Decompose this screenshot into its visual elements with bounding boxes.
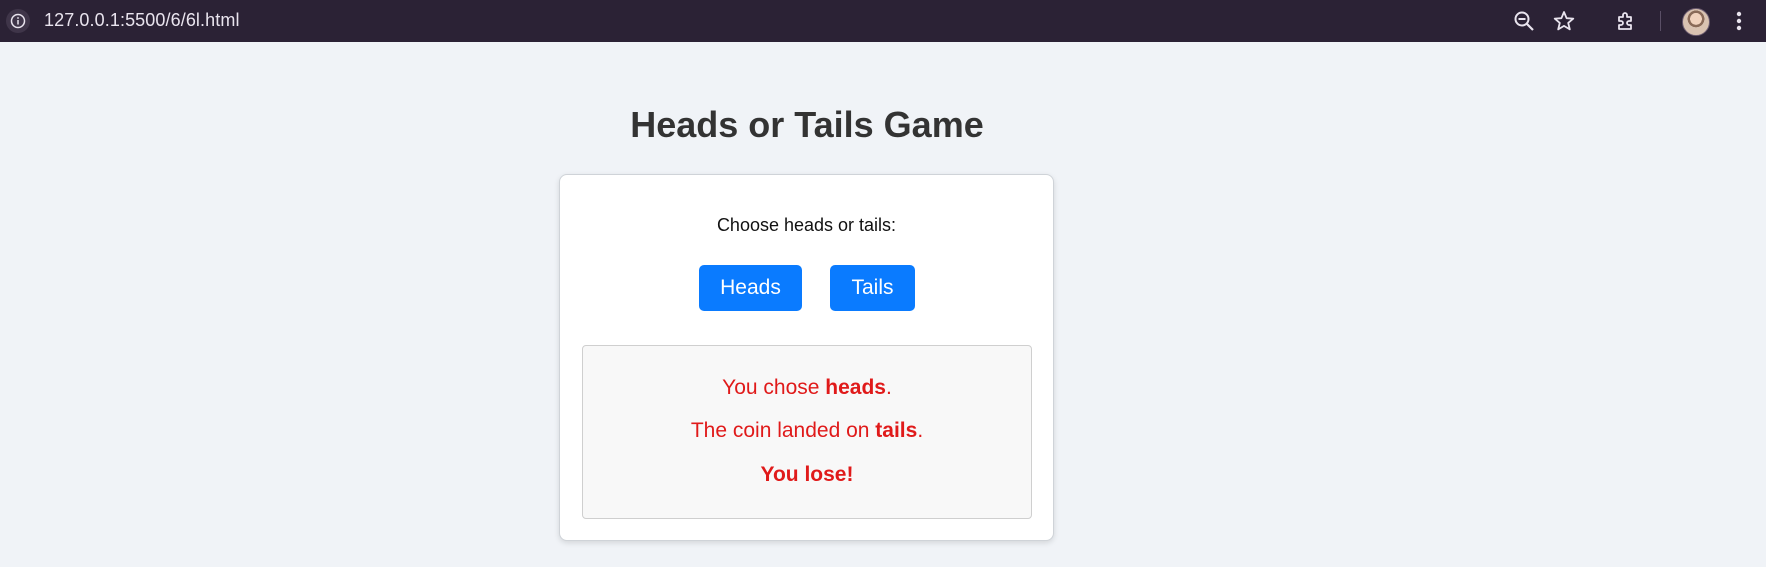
extensions-icon[interactable]	[1614, 9, 1638, 33]
page-title: Heads or Tails Game	[630, 104, 984, 145]
heads-button[interactable]: Heads	[699, 265, 802, 311]
star-icon[interactable]	[1552, 9, 1576, 33]
coin-suffix: .	[917, 419, 924, 442]
choice-prefix: You chose	[722, 376, 826, 399]
result-panel: You chose heads. The coin landed on tail…	[582, 345, 1032, 519]
choice-result-line: You chose heads.	[583, 376, 1031, 400]
tails-button[interactable]: Tails	[830, 265, 915, 311]
zoom-out-icon[interactable]	[1512, 9, 1536, 33]
address-bar[interactable]: 127.0.0.1:5500/6/6l.html	[0, 0, 1594, 42]
chosen-side: heads	[825, 376, 886, 399]
toolbar-divider	[1660, 11, 1661, 31]
profile-avatar[interactable]	[1682, 8, 1710, 36]
choice-suffix: .	[886, 376, 892, 399]
info-icon[interactable]	[6, 9, 30, 33]
game-card: Choose heads or tails: Heads Tails You c…	[559, 174, 1054, 541]
coin-result-line: The coin landed on tails.	[583, 419, 1031, 443]
more-menu-icon[interactable]	[1727, 9, 1751, 33]
url-text[interactable]: 127.0.0.1:5500/6/6l.html	[44, 10, 240, 31]
coin-outcome: tails	[875, 419, 918, 442]
coin-prefix: The coin landed on	[690, 419, 876, 442]
verdict-text: You lose!	[760, 463, 854, 486]
browser-toolbar: 127.0.0.1:5500/6/6l.html	[0, 0, 1766, 42]
choice-prompt: Choose heads or tails:	[716, 215, 897, 235]
